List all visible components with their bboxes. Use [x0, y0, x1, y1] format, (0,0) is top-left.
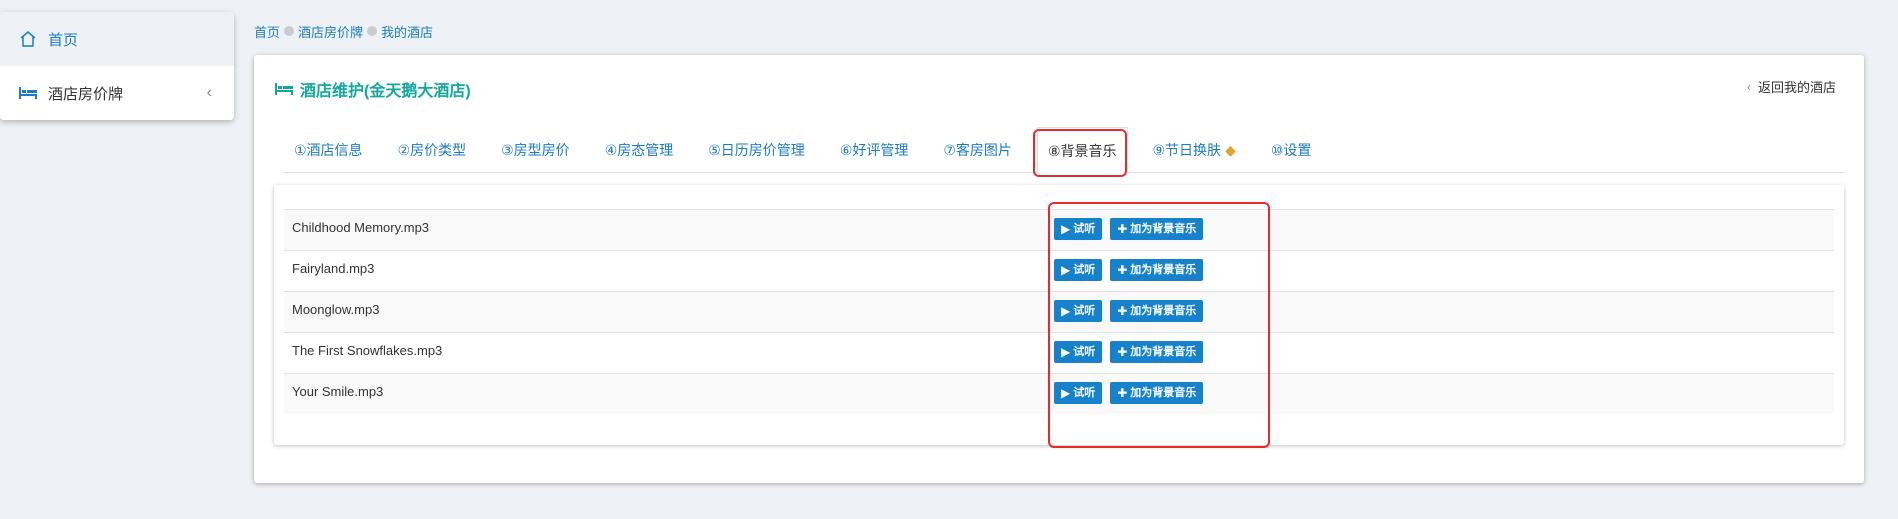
- sidebar-item-home[interactable]: 首页: [0, 12, 234, 66]
- bed-icon: [18, 83, 38, 103]
- tab-background-music[interactable]: ⑧背景音乐: [1036, 127, 1128, 173]
- button-label: 加为背景音乐: [1130, 387, 1197, 399]
- button-label: 试听: [1073, 387, 1096, 399]
- breadcrumb-separator: [367, 26, 378, 36]
- button-label: 加为背景音乐: [1130, 305, 1197, 317]
- diamond-icon: ◆: [1225, 142, 1236, 158]
- button-label: 加为背景音乐: [1130, 346, 1197, 358]
- play-icon: ▶: [1061, 345, 1071, 359]
- set-background-music-button[interactable]: ✚ 加为背景音乐: [1110, 341, 1204, 363]
- tab-calendar-prices[interactable]: ⑤日历房价管理: [698, 128, 815, 172]
- music-file-name: Childhood Memory.mp3: [292, 220, 430, 235]
- sidebar: 首页 酒店房价牌 ‹: [0, 12, 234, 120]
- button-label: 试听: [1073, 264, 1096, 276]
- tab-label: ⑨节日换肤: [1152, 142, 1222, 158]
- set-background-music-button[interactable]: ✚ 加为背景音乐: [1110, 300, 1204, 322]
- breadcrumb-my-hotel[interactable]: 我的酒店: [381, 22, 433, 41]
- plus-icon: ✚: [1117, 222, 1128, 236]
- back-to-my-hotel-link[interactable]: ‹ 返回我的酒店: [1747, 77, 1836, 96]
- breadcrumb: 首页 酒店房价牌 我的酒店: [254, 22, 433, 40]
- button-label: 加为背景音乐: [1130, 264, 1197, 276]
- tab-reviews[interactable]: ⑥好评管理: [830, 128, 919, 172]
- play-icon: ▶: [1061, 222, 1071, 236]
- preview-button[interactable]: ▶ 试听: [1054, 341, 1103, 363]
- button-label: 加为背景音乐: [1130, 223, 1197, 235]
- play-icon: ▶: [1061, 263, 1071, 277]
- tab-bar: ①酒店信息 ②房价类型 ③房型房价 ④房态管理 ⑤日历房价管理 ⑥好评管理 ⑦客…: [284, 127, 1844, 173]
- tab-price-types[interactable]: ②房价类型: [388, 128, 477, 172]
- page-title: 酒店维护(金天鹅大酒店): [274, 77, 471, 101]
- breadcrumb-hotel-price-board[interactable]: 酒店房价牌: [298, 22, 363, 41]
- preview-button[interactable]: ▶ 试听: [1054, 218, 1103, 240]
- chevron-left-icon[interactable]: ‹: [207, 84, 212, 102]
- music-file-name: Moonglow.mp3: [292, 302, 380, 317]
- home-icon: [18, 29, 38, 49]
- set-background-music-button[interactable]: ✚ 加为背景音乐: [1110, 259, 1204, 281]
- preview-button[interactable]: ▶ 试听: [1054, 259, 1103, 281]
- table-row: Fairyland.mp3 ▶ 试听 ✚ 加为背景音乐: [284, 250, 1834, 291]
- plus-icon: ✚: [1117, 386, 1128, 400]
- tab-room-photos[interactable]: ⑦客房图片: [933, 128, 1022, 172]
- music-file-name: Fairyland.mp3: [292, 261, 375, 276]
- play-icon: ▶: [1061, 304, 1071, 318]
- tab-hotel-info[interactable]: ①酒店信息: [284, 128, 373, 172]
- music-file-name: Your Smile.mp3: [292, 384, 384, 399]
- table-row: Childhood Memory.mp3 ▶ 试听 ✚ 加为背景音乐: [284, 209, 1834, 250]
- button-label: 试听: [1073, 305, 1096, 317]
- table-row: Your Smile.mp3 ▶ 试听 ✚ 加为背景音乐: [284, 373, 1834, 414]
- back-link-label: 返回我的酒店: [1757, 80, 1836, 95]
- bed-icon: [274, 82, 294, 96]
- sidebar-item-label: 酒店房价牌: [48, 85, 124, 103]
- table-row: The First Snowflakes.mp3 ▶ 试听 ✚ 加为背景音乐: [284, 332, 1834, 373]
- plus-icon: ✚: [1117, 304, 1128, 318]
- plus-icon: ✚: [1117, 345, 1128, 359]
- breadcrumb-separator: [284, 26, 295, 36]
- sidebar-item-label: 首页: [48, 31, 79, 49]
- music-table: Childhood Memory.mp3 ▶ 试听 ✚ 加为背景音乐 Fairyla…: [284, 209, 1834, 414]
- button-label: 试听: [1073, 223, 1096, 235]
- main-panel: 酒店维护(金天鹅大酒店) ‹ 返回我的酒店 ①酒店信息 ②房价类型 ③房型房价 …: [254, 55, 1864, 483]
- tab-room-status[interactable]: ④房态管理: [595, 128, 684, 172]
- preview-button[interactable]: ▶ 试听: [1054, 382, 1103, 404]
- play-icon: ▶: [1061, 386, 1071, 400]
- chevron-left-icon: ‹: [1746, 79, 1751, 94]
- table-row: Moonglow.mp3 ▶ 试听 ✚ 加为背景音乐: [284, 291, 1834, 332]
- plus-icon: ✚: [1117, 263, 1128, 277]
- preview-button[interactable]: ▶ 试听: [1054, 300, 1103, 322]
- breadcrumb-home[interactable]: 首页: [254, 22, 280, 41]
- set-background-music-button[interactable]: ✚ 加为背景音乐: [1110, 382, 1204, 404]
- tab-holiday-skin[interactable]: ⑨节日换肤 ◆: [1143, 128, 1246, 172]
- button-label: 试听: [1073, 346, 1096, 358]
- music-list-card: Childhood Memory.mp3 ▶ 试听 ✚ 加为背景音乐 Fairyla…: [274, 185, 1844, 445]
- tab-room-type-prices[interactable]: ③房型房价: [491, 128, 580, 172]
- sidebar-item-hotel-price-board[interactable]: 酒店房价牌 ‹: [0, 66, 234, 120]
- tab-settings[interactable]: ⑩设置: [1261, 128, 1322, 172]
- set-background-music-button[interactable]: ✚ 加为背景音乐: [1110, 218, 1204, 240]
- music-file-name: The First Snowflakes.mp3: [292, 343, 443, 358]
- page-title-text: 酒店维护(金天鹅大酒店): [300, 83, 471, 100]
